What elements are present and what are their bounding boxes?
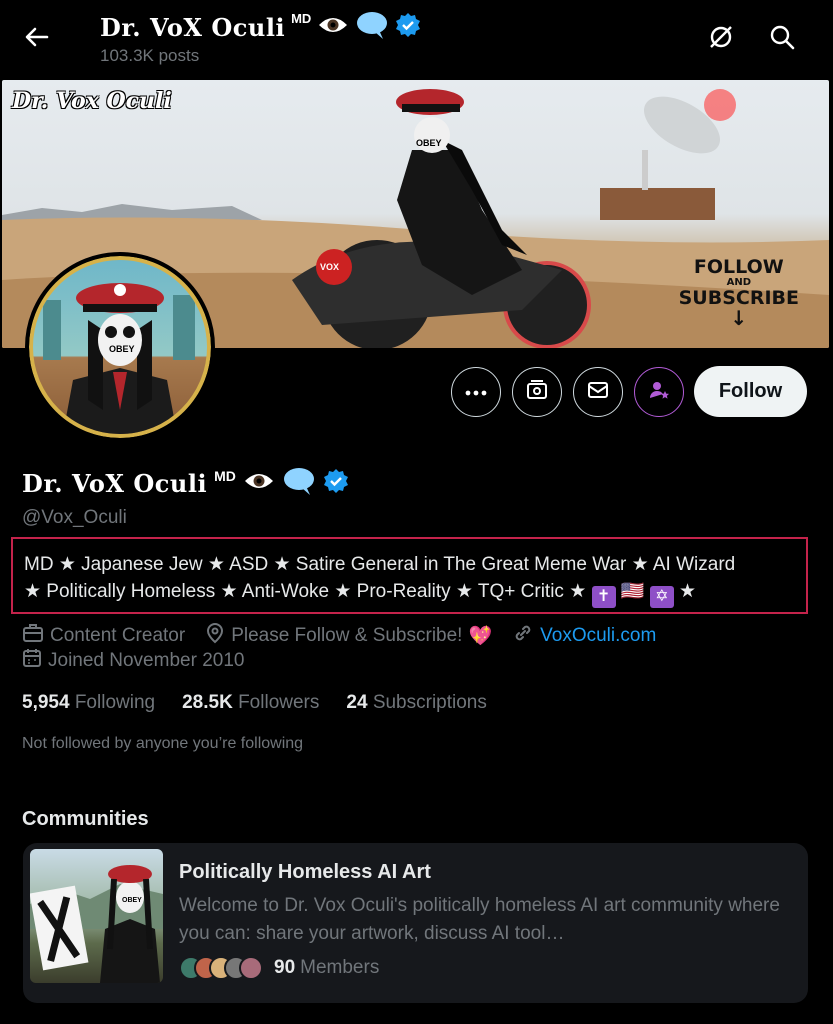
subscriptions-stat[interactable]: 24 Subscriptions (346, 692, 486, 714)
avatar-mask-text: OBEY (109, 344, 135, 354)
member-avatar (239, 956, 263, 980)
eye-icon (317, 14, 349, 41)
joined-row: Joined November 2010 (22, 648, 264, 674)
banner-down-arrow: ↓ (730, 306, 748, 330)
profile-md-superscript: MD (214, 467, 236, 484)
bio-line-2-end: ★ (679, 581, 697, 602)
community-name: Politically Homeless AI Art (179, 861, 431, 883)
subscribe-content-button[interactable] (512, 367, 562, 417)
website-item: VoxOculi.com (512, 622, 656, 650)
followers-label: Followers (238, 692, 320, 713)
grok-slash-icon[interactable] (706, 22, 736, 52)
message-button[interactable] (573, 367, 623, 417)
subscriptions-label: Subscriptions (372, 692, 487, 713)
follow-button[interactable]: Follow (694, 366, 807, 417)
cross-emoji-icon: ✝ (591, 586, 616, 608)
community-card[interactable]: OBEY Politically Homeless AI Art Welcome… (23, 843, 808, 1003)
notify-icon (647, 378, 671, 407)
profile-handle: @Vox_Oculi (22, 507, 127, 528)
following-count: 5,954 (22, 692, 70, 713)
member-label: Members (300, 957, 380, 978)
member-count: 90 (274, 957, 296, 978)
bio-line-2-text: ★ Politically Homeless ★ Anti-Woke ★ Pro… (24, 581, 587, 602)
category-label: Content Creator (50, 625, 186, 646)
community-thumbnail-illustration (30, 865, 163, 983)
followers-stat[interactable]: 28.5K Followers (182, 692, 319, 714)
profile-bio: MD ★ Japanese Jew ★ ASD ★ Satire General… (11, 537, 808, 614)
followers-count: 28.5K (182, 692, 233, 713)
banner-bike-text: VOX (320, 262, 340, 272)
joined-label: Joined November 2010 (48, 650, 245, 671)
location-item: Please Follow & Subscribe! 💖 (205, 622, 492, 650)
profile-meta-row: Content Creator Please Follow & Subscrib… (22, 622, 676, 650)
heart-emoji: 💖 (468, 626, 493, 647)
community-thumbnail: OBEY (30, 849, 163, 983)
joined-item: Joined November 2010 (22, 648, 244, 674)
more-icon (465, 383, 487, 401)
briefcase-icon (22, 623, 44, 649)
following-label: Following (74, 692, 156, 713)
category-item: Content Creator (22, 623, 185, 649)
back-arrow-icon[interactable] (22, 22, 52, 52)
website-link[interactable]: VoxOculi.com (540, 625, 656, 647)
banner-follow-text: FOLLOW (693, 256, 784, 278)
bio-line-1: MD ★ Japanese Jew ★ ASD ★ Satire General… (24, 554, 736, 575)
follow-stats: 5,954 Following 28.5K Followers 24 Subsc… (22, 692, 514, 714)
search-icon[interactable] (767, 22, 797, 52)
location-pin-icon (205, 622, 225, 650)
speech-bubble-icon (282, 466, 316, 501)
subscribe-icon (525, 378, 549, 407)
banner-mask-text: OBEY (416, 138, 442, 148)
community-thumb-mask-text: OBEY (122, 897, 142, 904)
link-icon (512, 622, 534, 650)
header-display-name: Dr. VoX Oculi (100, 13, 286, 42)
posts-count: 103.3K posts (100, 46, 200, 65)
speech-bubble-icon (355, 10, 389, 45)
avatar-image: OBEY (29, 256, 211, 438)
message-icon (586, 378, 610, 407)
avatar[interactable]: OBEY (25, 252, 215, 442)
us-flag-emoji: 🇺🇸 (620, 581, 645, 602)
header-md-superscript: MD (291, 11, 312, 26)
star-of-david-emoji-icon: ✡ (649, 586, 674, 608)
following-stat[interactable]: 5,954 Following (22, 692, 155, 714)
banner-follow-subscribe: FOLLOW AND SUBSCRIBE ↓ (679, 256, 799, 330)
calendar-icon (22, 648, 42, 674)
more-options-button[interactable] (451, 367, 501, 417)
eye-icon (243, 470, 275, 497)
communities-heading: Communities (22, 808, 149, 830)
verified-badge-icon (395, 12, 421, 43)
location-label: Please Follow & Subscribe! (231, 625, 463, 646)
header-title: Dr. VoX Oculi MD (100, 10, 421, 45)
profile-display-name: Dr. VoX Oculi (22, 469, 208, 498)
profile-name-row: Dr. VoX Oculi MD (22, 466, 349, 501)
top-bar: Dr. VoX Oculi MD 103.3K posts (0, 0, 833, 78)
banner-watermark: Dr. Vox Oculi (12, 88, 172, 114)
community-description: Welcome to Dr. Vox Oculi's politically h… (179, 895, 780, 944)
subscriptions-count: 24 (346, 692, 368, 713)
bio-line-2: ★ Politically Homeless ★ Anti-Woke ★ Pro… (24, 578, 795, 608)
not-followed-notice: Not followed by anyone you’re following (22, 735, 304, 752)
community-members: 90 Members (179, 956, 379, 980)
verified-badge-icon[interactable] (323, 468, 349, 499)
notifications-button[interactable] (634, 367, 684, 417)
